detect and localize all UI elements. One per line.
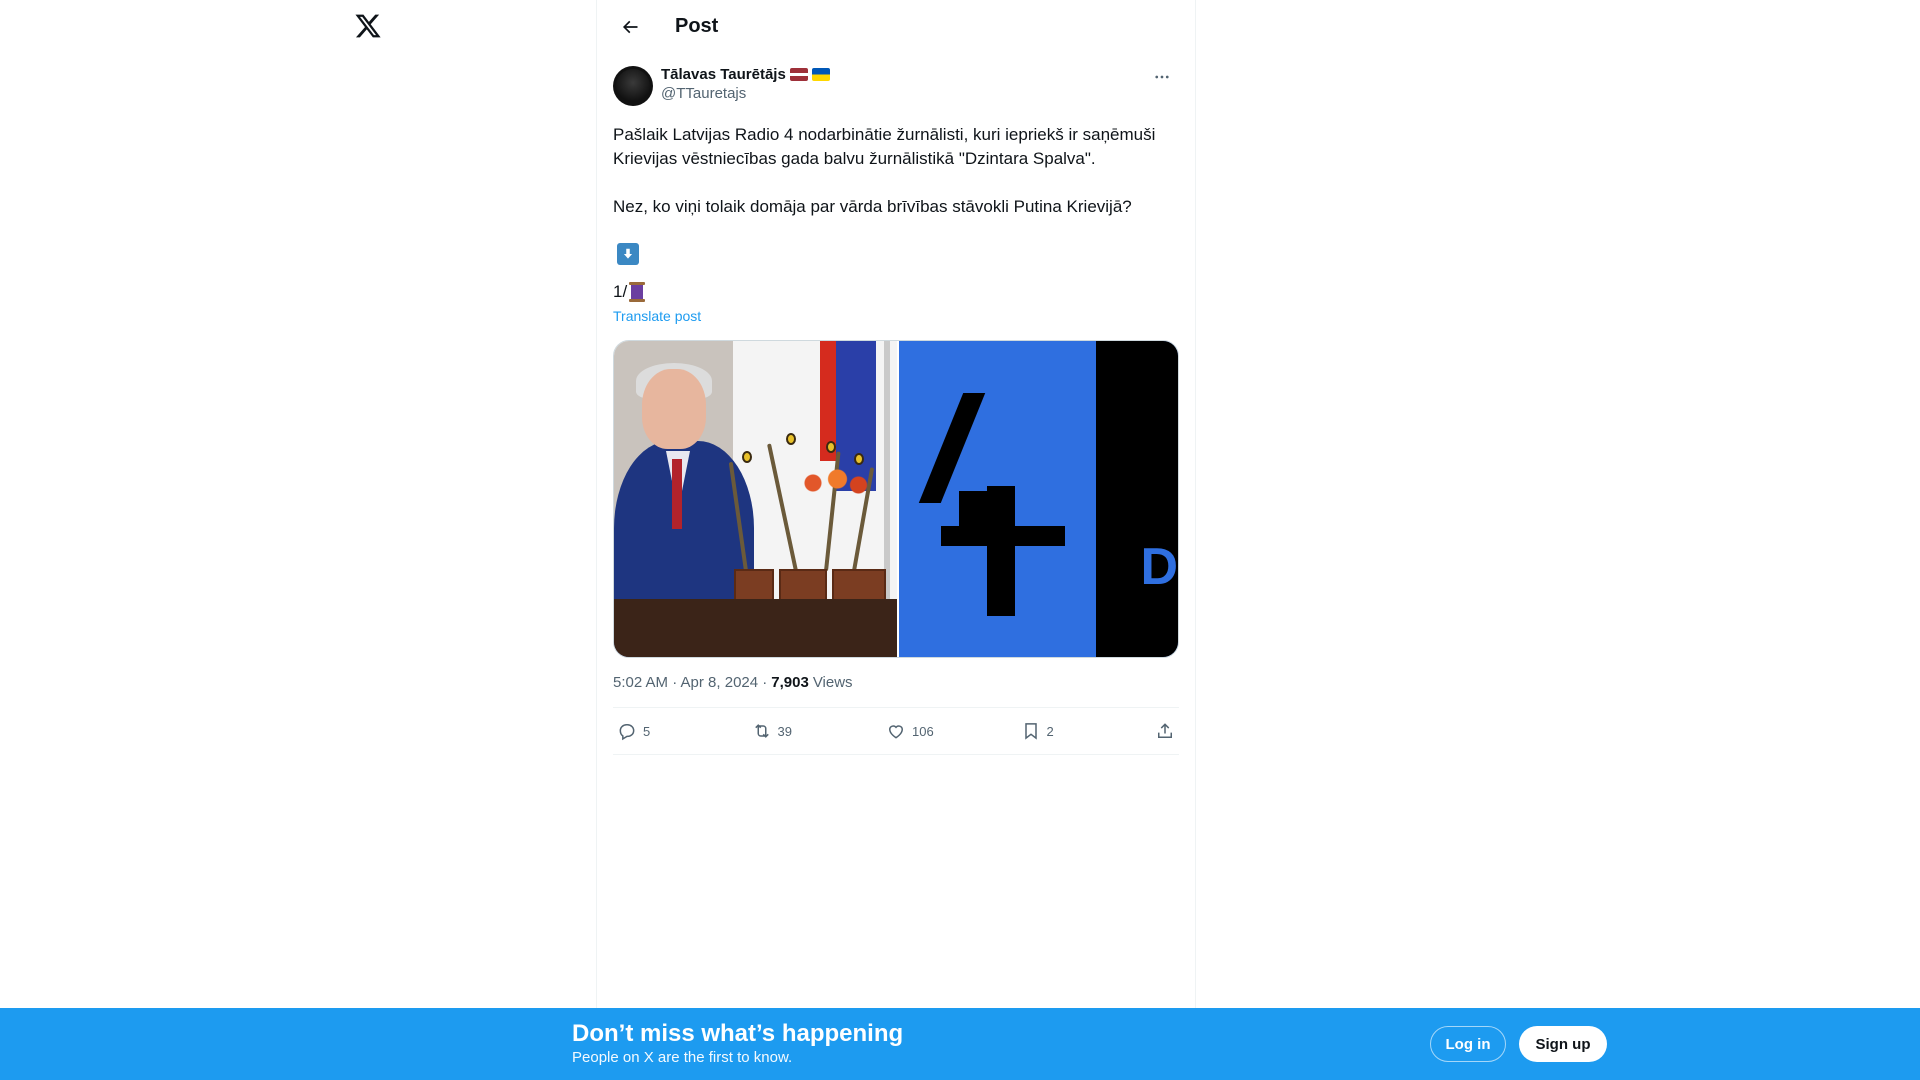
thread-marker: 1/ (613, 280, 1179, 304)
user-handle[interactable]: @TTauretajs (661, 84, 830, 103)
reply-icon (619, 724, 635, 741)
repost-count: 39 (777, 723, 792, 739)
avatar-image (616, 69, 650, 103)
banner-subtitle: People on X are the first to know. (572, 1049, 793, 1066)
display-name-row: Tālavas Taurētājs (661, 65, 830, 84)
bookmark-count: 2 (1046, 723, 1054, 739)
display-name[interactable]: Tālavas Taurētājs (661, 65, 786, 84)
arrow-left-icon (622, 20, 638, 33)
bookmark-button[interactable]: 2 (1021, 721, 1156, 741)
reply-button[interactable]: 5 (617, 721, 752, 741)
banner-title: Don’t miss what’s happening (572, 1020, 904, 1047)
bookmark-icon (1024, 723, 1037, 740)
ukraine-flag-icon (811, 68, 830, 81)
author-meta: Tālavas Taurētājs @TTauretajs (661, 65, 830, 103)
post-text: Pašlaik Latvijas Radio 4 nodarbinātie žu… (613, 123, 1179, 268)
like-button[interactable]: 106 (886, 721, 1021, 741)
post-paragraph-1: Pašlaik Latvijas Radio 4 nodarbinātie žu… (613, 125, 1161, 168)
post-media: D (613, 340, 1179, 658)
main-column: Post Tālavas Taurētājs @TTauretajs Pašla… (596, 0, 1196, 1080)
heart-icon (888, 725, 904, 739)
page-title: Post (675, 15, 719, 37)
more-options-button[interactable] (1145, 65, 1179, 89)
post-meta: 5:02 AM · Apr 8, 2024 · 7,903 Views (613, 672, 1179, 692)
post-paragraph-2: Nez, ko viņi tolaik domāja par vārda brī… (613, 197, 1132, 216)
avatar[interactable] (613, 66, 653, 106)
views-count: 7,903 (771, 673, 809, 691)
share-icon (1158, 723, 1172, 738)
post: Tālavas Taurētājs @TTauretajs Pašlaik La… (597, 53, 1195, 755)
repost-icon (754, 724, 769, 738)
signup-button[interactable]: Sign up (1519, 1026, 1607, 1062)
login-button[interactable]: Log in (1430, 1026, 1506, 1062)
reply-count: 5 (643, 723, 651, 739)
author-row: Tālavas Taurētājs @TTauretajs (613, 65, 1179, 109)
media-image-radio4-logo[interactable]: D (899, 341, 1178, 657)
media-image-ambassador[interactable] (614, 341, 897, 657)
logo-black-panel (1096, 341, 1178, 657)
down-arrow-emoji-icon (617, 243, 639, 265)
thread-spool-icon (629, 282, 646, 302)
back-button[interactable] (613, 10, 647, 44)
post-timestamp[interactable]: 5:02 AM · Apr 8, 2024 · (613, 674, 767, 691)
share-button[interactable] (1155, 721, 1175, 741)
thread-marker-text: 1/ (613, 282, 628, 301)
views-label: Views (812, 673, 853, 691)
x-logo-icon[interactable] (352, 10, 384, 42)
page-header: Post (597, 0, 1195, 53)
translate-post-link[interactable]: Translate post (613, 308, 701, 324)
latvia-flag-icon (789, 68, 808, 81)
signup-banner: Don’t miss what’s happening People on X … (0, 1008, 1920, 1080)
action-bar: 5 39 106 2 (613, 707, 1179, 755)
repost-button[interactable]: 39 (752, 721, 887, 741)
logo-partial-letter: D (1140, 538, 1178, 596)
more-dots-icon (1155, 75, 1169, 79)
like-count: 106 (912, 723, 934, 739)
banner-text: Don’t miss what’s happening People on X … (572, 1020, 903, 1068)
